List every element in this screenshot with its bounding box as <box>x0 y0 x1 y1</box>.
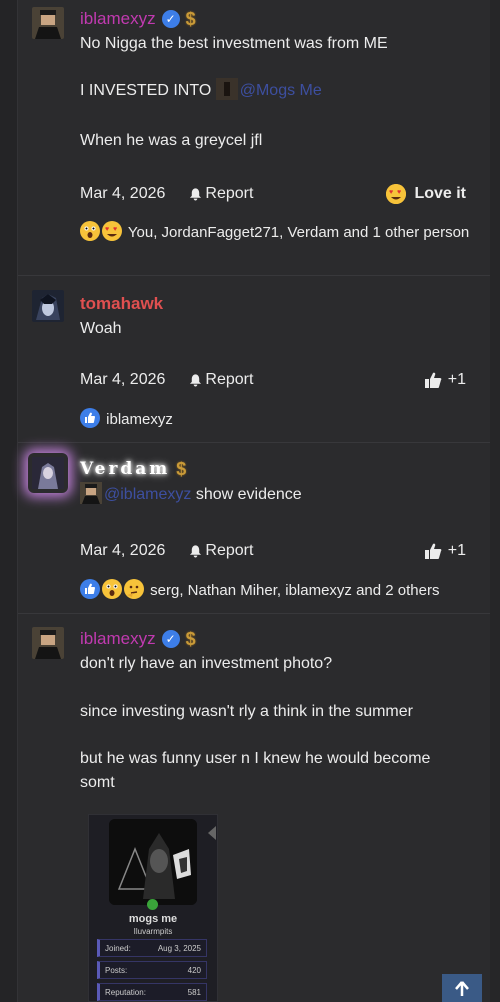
report-label: Report <box>205 185 254 202</box>
report-button[interactable]: Report <box>189 542 253 560</box>
post-line: since investing wasn't rly a think in th… <box>80 703 413 720</box>
profile-card-row: Reputation: 581 <box>97 983 207 1001</box>
reaction-summary[interactable]: ♥ ♥ You, JordanFagget271, Verdam and 1 ot… <box>80 221 470 244</box>
svg-text:♥: ♥ <box>389 189 393 196</box>
report-button[interactable]: Report <box>189 371 253 389</box>
bell-icon <box>190 545 202 558</box>
profile-card-image[interactable]: mogs me Iluvarmpits Joined: Aug 3, 2025 P… <box>88 814 218 1002</box>
bell-icon <box>190 374 202 387</box>
right-rail <box>490 0 500 1002</box>
post: iblamexyz ✓ $ No Nigga the best investme… <box>18 0 490 276</box>
profile-card-name: mogs me <box>128 913 178 925</box>
post-line: don't rly have an investment photo? <box>80 655 333 672</box>
post-date[interactable]: Mar 4, 2026 <box>80 542 165 560</box>
reaction-users: iblamexyz <box>106 411 173 428</box>
row-label: Joined: <box>105 943 131 953</box>
online-status-dot <box>147 899 158 910</box>
post-author: iblamexyz ✓ $ <box>80 628 480 650</box>
post-date[interactable]: Mar 4, 2026 <box>80 185 165 203</box>
report-label: Report <box>205 542 254 559</box>
row-value: 420 <box>187 965 201 975</box>
post-actions: Mar 4, 2026 Report +1 <box>80 368 466 392</box>
post-author: Verdam $ <box>80 458 480 480</box>
like-reaction-icon <box>80 579 100 599</box>
heart-eyes-icon: ♥ ♥ <box>102 221 122 241</box>
avatar[interactable] <box>32 290 64 322</box>
verified-badge-icon: ✓ <box>161 630 180 648</box>
dollar-icon: $ <box>176 458 187 479</box>
svg-text:♥: ♥ <box>113 226 117 233</box>
dollar-icon: $ <box>185 8 196 29</box>
row-label: Posts: <box>105 965 128 975</box>
post-line: I INVESTED INTO @Mogs Me <box>80 78 480 103</box>
thumbs-up-icon <box>424 372 442 388</box>
post-line: No Nigga the best investment was from ME <box>80 35 388 52</box>
row-value: Aug 3, 2025 <box>157 943 201 953</box>
row-label: Reputation: <box>105 987 146 997</box>
report-label: Report <box>205 371 254 388</box>
post: Verdam $ @iblamexyz show evidence Mar 4,… <box>18 443 490 614</box>
love-it-button[interactable]: ♥ ♥ Love it <box>386 184 466 204</box>
username[interactable]: iblamexyz <box>80 629 156 649</box>
avatar[interactable] <box>32 627 64 659</box>
profile-card-row: Joined: Aug 3, 2025 <box>97 939 207 957</box>
like-button[interactable]: +1 <box>424 371 466 389</box>
post-author: iblamexyz ✓ $ <box>80 8 480 30</box>
like-label: +1 <box>447 371 466 388</box>
verified-badge-icon: ✓ <box>161 10 180 28</box>
svg-text:♥: ♥ <box>397 189 401 196</box>
scroll-to-top-button[interactable] <box>442 974 482 1002</box>
post-line-text: show evidence <box>195 486 302 503</box>
profile-card-avatar <box>109 819 197 905</box>
post-actions: Mar 4, 2026 Report +1 <box>80 539 466 563</box>
post-line: but he was funny user n I knew he would … <box>80 750 431 791</box>
username[interactable]: Verdam <box>80 459 170 479</box>
chevron-left-icon <box>208 826 216 840</box>
thinking-face-icon <box>124 579 144 599</box>
reaction-summary[interactable]: serg, Nathan Miher, iblamexyz and 2 othe… <box>80 579 470 602</box>
thumbs-up-icon <box>424 543 442 559</box>
report-button[interactable]: Report <box>189 185 253 203</box>
post-line: Woah <box>80 320 122 337</box>
user-mention[interactable]: @iblamexyz <box>104 486 191 503</box>
bell-icon <box>190 188 202 201</box>
post-author: tomahawk <box>80 293 480 315</box>
arrow-up-icon <box>455 981 469 996</box>
profile-card-subtitle: Iluvarmpits <box>133 927 173 936</box>
left-rail <box>0 0 18 1002</box>
reaction-users: You, JordanFagget271, Verdam and 1 other… <box>127 224 470 241</box>
shocked-face-icon <box>102 579 122 599</box>
reaction-summary[interactable]: iblamexyz <box>80 408 470 431</box>
dollar-icon: $ <box>185 628 196 649</box>
love-it-label: Love it <box>414 185 466 202</box>
user-mention[interactable]: @Mogs Me <box>240 82 322 99</box>
avatar[interactable] <box>32 457 64 489</box>
profile-card-row: Posts: 420 <box>97 961 207 979</box>
username[interactable]: iblamexyz <box>80 9 156 29</box>
post-date[interactable]: Mar 4, 2026 <box>80 371 165 389</box>
post-line: @iblamexyz show evidence <box>80 482 480 507</box>
post: tomahawk Woah Mar 4, 2026 Report +1 ibla… <box>18 276 490 443</box>
row-value: 581 <box>187 987 201 997</box>
mention-avatar <box>80 482 102 504</box>
like-button[interactable]: +1 <box>424 542 466 560</box>
post-actions: Mar 4, 2026 Report ♥ ♥ Love it <box>80 182 466 206</box>
post-line-text: I INVESTED INTO <box>80 82 212 99</box>
like-reaction-icon <box>80 408 100 428</box>
username[interactable]: tomahawk <box>80 294 163 314</box>
reaction-users: serg, Nathan Miher, iblamexyz and 2 othe… <box>150 582 440 599</box>
heart-eyes-icon: ♥ ♥ <box>386 184 407 204</box>
avatar[interactable] <box>32 7 64 39</box>
mention-avatar <box>215 78 238 100</box>
like-label: +1 <box>447 542 466 559</box>
shocked-face-icon <box>80 221 100 241</box>
svg-text:♥: ♥ <box>105 226 109 233</box>
post-line: When he was a greycel jfl <box>80 132 263 149</box>
